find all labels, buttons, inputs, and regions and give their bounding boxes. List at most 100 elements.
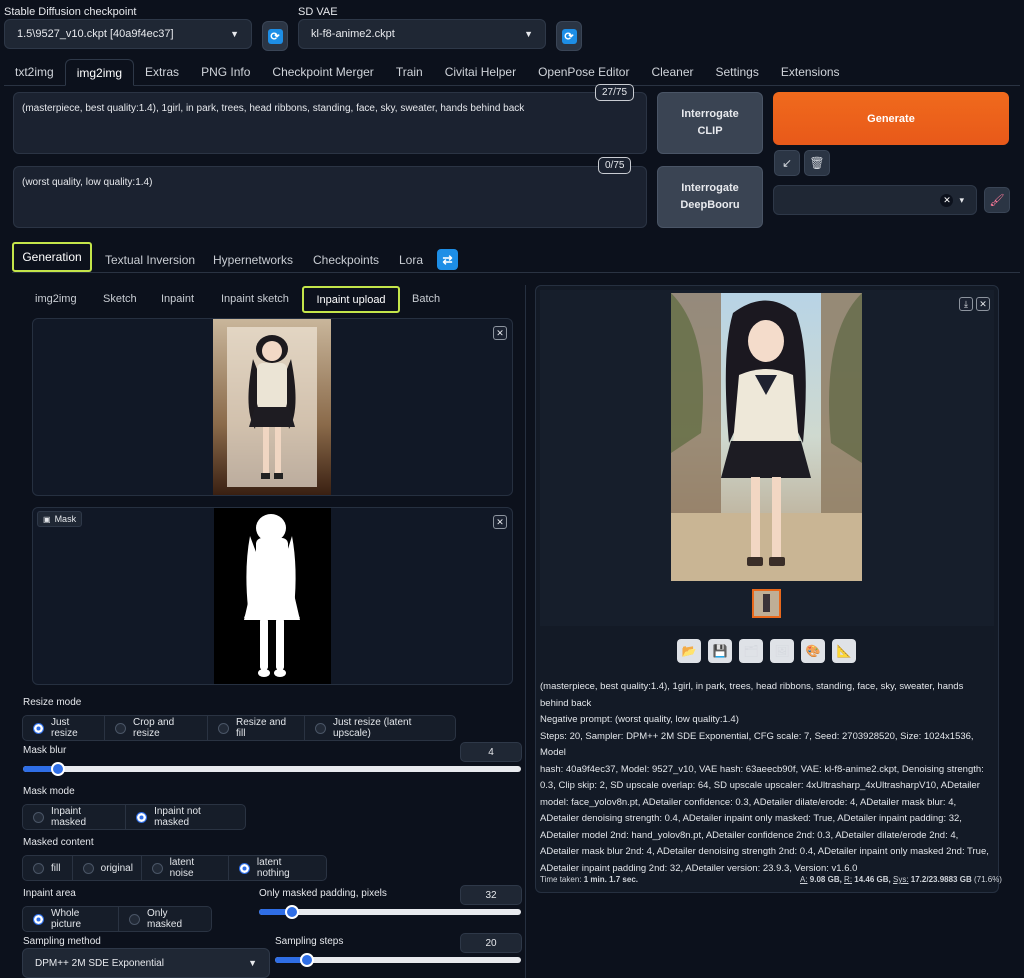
generate-button[interactable]: Generate bbox=[773, 92, 1009, 145]
info-line: model: face_yolov8n.pt, ADetailer confid… bbox=[540, 796, 957, 808]
inpaint-area-group: Whole picture Only masked bbox=[22, 906, 212, 932]
tab-train[interactable]: Train bbox=[385, 59, 434, 85]
tab-txt2img[interactable]: txt2img bbox=[4, 59, 65, 85]
close-icon[interactable]: ✕ bbox=[493, 326, 507, 340]
resize-just-resize[interactable]: Just resize bbox=[23, 716, 105, 740]
output-image-art bbox=[671, 293, 862, 581]
subtab-inpaint-upload[interactable]: Inpaint upload bbox=[302, 286, 400, 313]
tab-extensions[interactable]: Extensions bbox=[770, 59, 851, 85]
masked-content-fill[interactable]: fill bbox=[23, 856, 73, 880]
subtab-inpaint-sketch[interactable]: Inpaint sketch bbox=[221, 293, 289, 305]
mask-blur-slider[interactable] bbox=[23, 762, 521, 776]
sampling-steps-slider[interactable] bbox=[275, 953, 521, 967]
mem-a: 9.08 GB, bbox=[809, 875, 842, 884]
subtab-img2img[interactable]: img2img bbox=[35, 293, 77, 305]
zip-button[interactable]: 🗂 bbox=[739, 639, 763, 663]
send-to-inpaint-button[interactable]: 🎨 bbox=[801, 639, 825, 663]
slider-thumb[interactable] bbox=[285, 905, 299, 919]
radio bbox=[115, 722, 126, 734]
interrogate-deepbooru-button[interactable]: Interrogate DeepBooru bbox=[657, 166, 763, 228]
inpaint-area-whole-picture[interactable]: Whole picture bbox=[23, 907, 119, 931]
radio bbox=[128, 913, 140, 925]
info-line: ADetailer model 2nd: hand_yolov8n.pt, AD… bbox=[540, 829, 959, 841]
slider-thumb[interactable] bbox=[51, 762, 65, 776]
negative-prompt-input[interactable]: (worst quality, low quality:1.4) bbox=[13, 166, 647, 228]
tab-checkpoints[interactable]: Checkpoints bbox=[313, 253, 379, 267]
close-icon[interactable]: ✕ bbox=[976, 297, 990, 311]
subtab-inpaint[interactable]: Inpaint bbox=[161, 293, 194, 305]
read-params-button[interactable]: ↙ bbox=[774, 150, 800, 176]
interrogate-clip-button[interactable]: Interrogate CLIP bbox=[657, 92, 763, 154]
sampling-method-label: Sampling method bbox=[23, 936, 101, 947]
resize-latent-upscale[interactable]: Just resize (latent upscale) bbox=[305, 716, 455, 740]
mask-blur-input[interactable]: 4 bbox=[460, 742, 522, 762]
padding-input[interactable]: 32 bbox=[460, 885, 522, 905]
clear-prompt-button[interactable]: 🗑 bbox=[804, 150, 830, 176]
resize-crop-and-resize[interactable]: Crop and resize bbox=[105, 716, 208, 740]
tab-cleaner[interactable]: Cleaner bbox=[640, 59, 704, 85]
sampling-steps-input[interactable]: 20 bbox=[460, 933, 522, 953]
chevron-down-icon: ▼ bbox=[524, 29, 533, 39]
info-line: 0.3, Clip skip: 2, SD upscale overlap: 6… bbox=[540, 780, 980, 791]
mask-mode-inpaint-masked[interactable]: Inpaint masked bbox=[23, 805, 127, 829]
radio bbox=[82, 862, 94, 874]
resize-and-fill[interactable]: Resize and fill bbox=[208, 716, 305, 740]
subtab-sketch[interactable]: Sketch bbox=[103, 293, 137, 305]
mem-sys-label: Sys: bbox=[892, 875, 909, 884]
masked-content-latent-nothing[interactable]: latent nothing bbox=[229, 856, 326, 880]
styles-dropdown[interactable]: ✕ ▾ bbox=[773, 185, 977, 215]
mem-r: 14.46 GB, bbox=[854, 875, 891, 884]
radio-selected bbox=[136, 811, 148, 823]
checkpoint-value: 1.5\9527_v10.ckpt [40a9f4ec37] bbox=[17, 28, 174, 40]
output-thumbnail[interactable] bbox=[752, 589, 781, 618]
tab-hypernetworks[interactable]: Hypernetworks bbox=[213, 253, 293, 267]
tab-generation[interactable]: Generation bbox=[13, 244, 91, 270]
checkpoint-dropdown[interactable]: 1.5\9527_v10.ckpt [40a9f4ec37] ▼ bbox=[4, 19, 252, 49]
palette-icon: 🎨 bbox=[805, 644, 821, 658]
inpaint-area-only-masked[interactable]: Only masked bbox=[119, 907, 211, 931]
clear-icon[interactable]: ✕ bbox=[940, 193, 954, 207]
apply-style-button[interactable]: 🖌 bbox=[984, 187, 1010, 213]
resize-mode-label: Resize mode bbox=[23, 697, 82, 708]
tab-settings[interactable]: Settings bbox=[705, 59, 770, 85]
download-icon[interactable]: ⤓ bbox=[959, 297, 973, 311]
masked-content-original[interactable]: original bbox=[73, 856, 142, 880]
send-to-extras-button[interactable]: 📐 bbox=[832, 639, 856, 663]
mask-mode-inpaint-not-masked[interactable]: Inpaint not masked bbox=[126, 805, 245, 829]
time-taken: Time taken: 1 min. 1.7 sec. bbox=[540, 875, 638, 884]
slider-thumb[interactable] bbox=[300, 953, 314, 967]
refresh-checkpoint-button[interactable]: ⟳ bbox=[262, 21, 288, 51]
time-value: 1 min. 1.7 sec. bbox=[583, 875, 638, 884]
trash-icon: 🗑 bbox=[809, 156, 825, 170]
sampling-method-dropdown[interactable]: DPM++ 2M SDE Exponential ▼ bbox=[22, 948, 270, 978]
padding-slider[interactable] bbox=[259, 905, 521, 919]
info-line: Negative prompt: (worst quality, low qua… bbox=[540, 714, 739, 725]
tab-checkpoint-merger[interactable]: Checkpoint Merger bbox=[261, 59, 384, 85]
tab-extras[interactable]: Extras bbox=[134, 59, 190, 85]
option-label: Just resize (latent upscale) bbox=[333, 717, 412, 739]
send-to-img2img-button[interactable]: 🖼 bbox=[770, 639, 794, 663]
subtab-batch[interactable]: Batch bbox=[412, 293, 440, 305]
tab-textual-inversion[interactable]: Textual Inversion bbox=[105, 253, 195, 267]
vae-label: SD VAE bbox=[298, 6, 338, 18]
refresh-vae-button[interactable]: ⟳ bbox=[556, 21, 582, 51]
output-image[interactable] bbox=[671, 293, 862, 581]
tab-lora[interactable]: Lora bbox=[399, 253, 423, 267]
save-button[interactable]: 💾 bbox=[708, 639, 732, 663]
open-folder-button[interactable]: 📂 bbox=[677, 639, 701, 663]
tab-openpose-editor[interactable]: OpenPose Editor bbox=[527, 59, 640, 85]
tab-civitai-helper[interactable]: Civitai Helper bbox=[434, 59, 527, 85]
option-label: Inpaint masked bbox=[51, 806, 87, 828]
tab-img2img[interactable]: img2img bbox=[64, 59, 135, 86]
option-label: fill bbox=[51, 862, 61, 874]
masked-content-latent-noise[interactable]: latent noise bbox=[142, 856, 229, 880]
save-icon: 💾 bbox=[712, 644, 728, 658]
tab-png-info[interactable]: PNG Info bbox=[190, 59, 261, 85]
vae-dropdown[interactable]: kl-f8-anime2.ckpt ▼ bbox=[298, 19, 546, 49]
info-line: (masterpiece, best quality:1.4), 1girl, … bbox=[540, 681, 964, 692]
positive-prompt-input[interactable]: (masterpiece, best quality:1.4), 1girl, … bbox=[13, 92, 647, 154]
source-image bbox=[213, 319, 331, 495]
refresh-networks-button[interactable]: ⇄ bbox=[437, 249, 458, 270]
resize-mode-group: Just resize Crop and resize Resize and f… bbox=[22, 715, 456, 741]
close-icon[interactable]: ✕ bbox=[493, 515, 507, 529]
